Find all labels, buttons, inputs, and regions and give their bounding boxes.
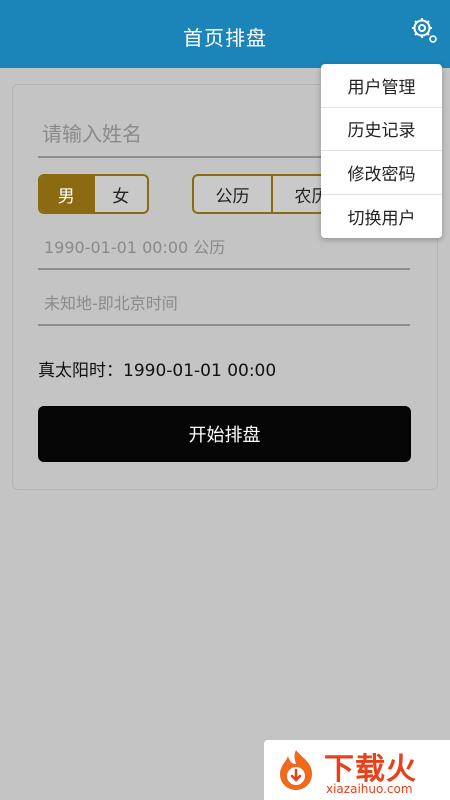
- menu-item-change-password[interactable]: 修改密码: [321, 151, 442, 195]
- start-chart-button[interactable]: 开始排盘: [38, 406, 411, 462]
- gender-selector: 男 女: [38, 174, 149, 214]
- watermark-domain: xiazaihuo.com: [326, 782, 413, 796]
- gender-female-option[interactable]: 女: [92, 176, 148, 212]
- menu-item-user-management[interactable]: 用户管理: [321, 64, 442, 108]
- top-bar: 首页排盘: [0, 0, 450, 68]
- settings-menu: 用户管理 历史记录 修改密码 切换用户: [321, 64, 442, 238]
- flame-logo-icon: [272, 746, 320, 794]
- birth-place-field[interactable]: 未知地-即北京时间: [38, 288, 410, 326]
- menu-item-history[interactable]: 历史记录: [321, 108, 442, 151]
- menu-item-switch-user[interactable]: 切换用户: [321, 195, 442, 239]
- gender-male-option[interactable]: 男: [40, 176, 93, 212]
- true-solar-time: 真太阳时：1990-01-01 00:00: [38, 361, 277, 381]
- watermark: 下载火 xiazaihuo.com: [264, 740, 450, 800]
- calendar-solar-option[interactable]: 公历: [194, 176, 271, 212]
- page-title: 首页排盘: [183, 26, 267, 50]
- gear-icon[interactable]: [410, 16, 438, 44]
